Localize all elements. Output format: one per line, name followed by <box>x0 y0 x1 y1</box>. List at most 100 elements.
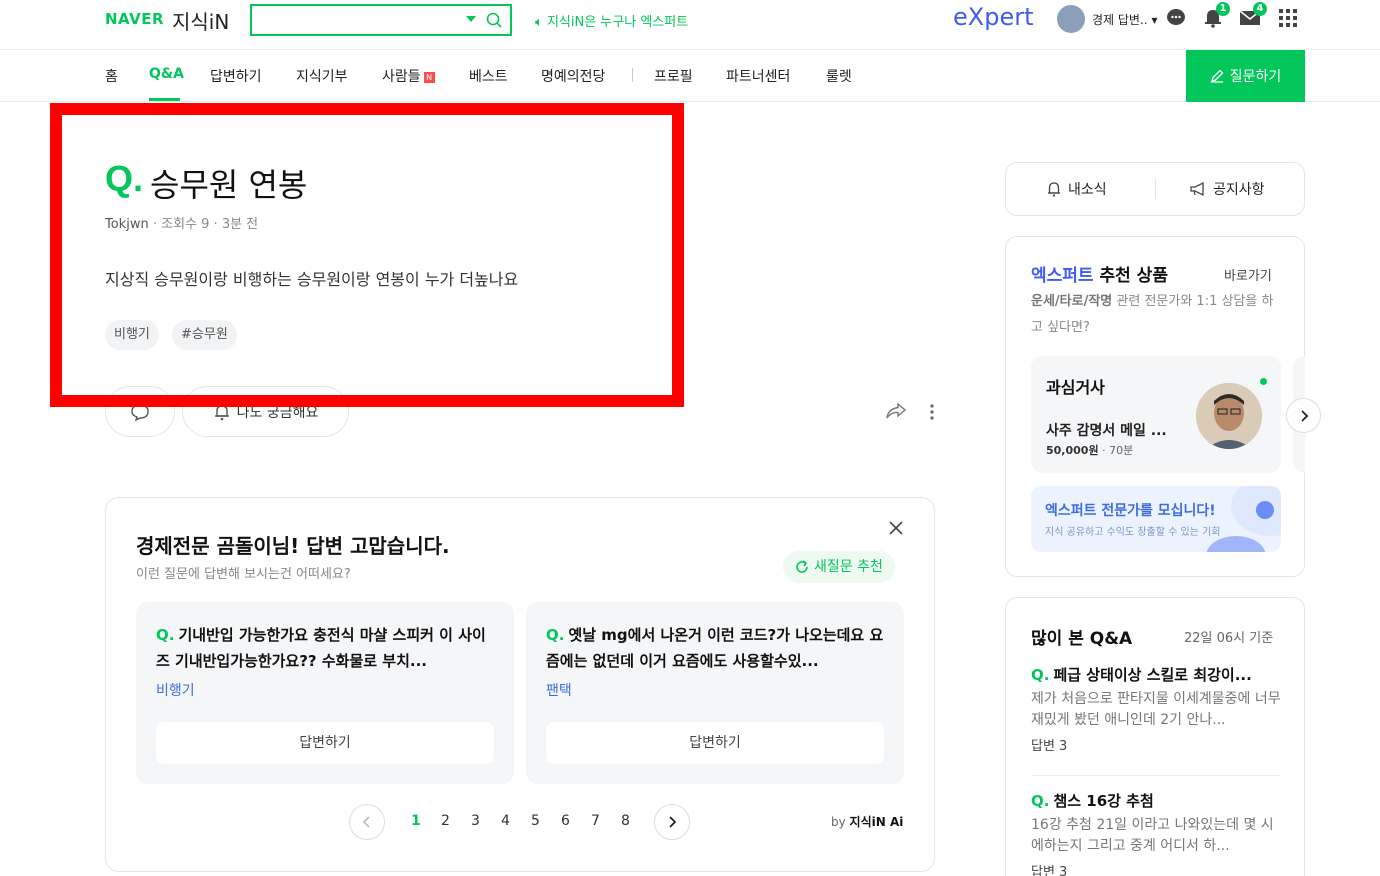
nav-partner-center[interactable]: 파트너센터 <box>726 66 790 86</box>
question-mark: Q. <box>105 158 144 199</box>
curious-label: 나도 궁금해요 <box>236 404 319 421</box>
recommend-subtitle: 이런 질문에 답변해 보시는건 어떠세요? <box>136 567 351 582</box>
page-3[interactable]: 3 <box>471 813 480 829</box>
popular-qna-title: 많이 본 Q&A <box>1031 629 1133 649</box>
nav-people[interactable]: 사람들 N <box>382 66 435 86</box>
pencil-icon <box>1210 69 1224 83</box>
popular-item-answers: 답변 3 <box>1031 739 1068 754</box>
close-icon[interactable] <box>888 520 904 536</box>
expert-box: 엑스퍼트 추천 상품 바로가기 운세/타로/작명 관련 전문가와 1:1 상담을… <box>1005 236 1305 577</box>
notification-button[interactable]: 1 <box>1202 2 1230 28</box>
kin-logo[interactable]: 지식iN <box>172 6 229 35</box>
curious-button[interactable]: 나도 궁금해요 <box>182 386 349 437</box>
recommend-item-title[interactable]: Q. 기내반입 가능한가요 충전식 마샬 스피커 이 사이즈 기내반입가능한가요?… <box>156 622 496 674</box>
meta-separator: · <box>213 217 222 232</box>
page-4[interactable]: 4 <box>501 813 510 829</box>
ai-credit-prefix: by <box>831 815 846 829</box>
nav-donate[interactable]: 지식기부 <box>296 66 348 86</box>
page-7[interactable]: 7 <box>591 813 600 829</box>
question-meta: Tokjwn · 조회수 9 · 3분 전 <box>105 213 258 232</box>
expert-recruit-banner[interactable]: 엑스퍼트 전문가를 모십니다! 지식 공유하고 수익도 창출할 수 있는 기회 <box>1031 486 1281 552</box>
new-badge: N <box>423 72 435 83</box>
expert-shortcut-link[interactable]: 바로가기 <box>1224 265 1272 284</box>
carousel-next-button[interactable] <box>1286 398 1321 433</box>
mail-button[interactable]: 4 <box>1239 2 1267 28</box>
expert-product-card[interactable]: 과심거사 사주 감명서 메일 ... 50,000원 · 70분 <box>1031 356 1281 473</box>
nav-hall-of-fame[interactable]: 명예의전당 <box>541 66 605 86</box>
expert-logo[interactable]: eXpert <box>953 3 1033 31</box>
tag-airplane[interactable]: 비행기 <box>105 320 159 350</box>
recommend-item-category[interactable]: 비행기 <box>156 680 195 700</box>
expert-duration: 70분 <box>1109 444 1134 457</box>
notices-button[interactable]: 공지사항 <box>1189 179 1265 199</box>
share-icon[interactable] <box>885 402 907 420</box>
my-news-button[interactable]: 내소식 <box>1046 179 1107 199</box>
nav-roulette[interactable]: 룰렛 <box>826 66 852 86</box>
search-icon[interactable] <box>486 12 502 28</box>
page-1[interactable]: 1 <box>411 813 421 829</box>
naver-logo[interactable]: NAVER <box>105 10 164 28</box>
next-page-button[interactable] <box>654 804 690 840</box>
question-mark: Q. <box>546 626 565 644</box>
user-menu[interactable]: 경제 답변.. ▾ <box>1092 11 1157 28</box>
expert-name: 과심거사 <box>1046 378 1105 397</box>
avatar[interactable] <box>1057 5 1085 33</box>
bell-icon <box>1048 182 1060 197</box>
page-6[interactable]: 6 <box>561 813 570 829</box>
page-8[interactable]: 8 <box>621 813 630 829</box>
expert-price-value: 50,000원 <box>1046 444 1099 457</box>
popular-item-title[interactable]: Q. 챔스 16강 추첨 <box>1031 790 1281 811</box>
nav-active-indicator <box>149 98 180 101</box>
new-recommend-button[interactable]: 새질문 추천 <box>783 551 895 583</box>
question-author[interactable]: Tokjwn <box>105 217 149 232</box>
question-title: 승무원 연봉 <box>150 166 308 204</box>
expert-desc-category: 운세/타로/작명 <box>1031 294 1113 309</box>
nav-answer[interactable]: 답변하기 <box>210 66 262 86</box>
chevron-right-icon <box>669 816 677 828</box>
search-dropdown-icon[interactable] <box>466 16 476 22</box>
mail-badge: 4 <box>1253 2 1267 16</box>
talk-icon[interactable] <box>1165 6 1187 28</box>
recruit-subtitle: 지식 공유하고 수익도 창출할 수 있는 기회 <box>1045 527 1221 538</box>
question-mark: Q. <box>156 626 175 644</box>
chevron-down-icon: ▾ <box>1151 13 1158 27</box>
popular-item[interactable]: Q. 페급 상태이상 스킬로 최강이... 제가 처음으로 판타지물 이세계물중에… <box>1031 664 1281 754</box>
page-5[interactable]: 5 <box>531 813 540 829</box>
answer-button[interactable]: 답변하기 <box>546 722 884 764</box>
recruit-title: 엑스퍼트 전문가를 모십니다! <box>1045 503 1216 519</box>
popular-item-text: 챔스 16강 추첨 <box>1053 792 1154 810</box>
expert-photo <box>1196 383 1262 449</box>
nav-home[interactable]: 홈 <box>105 66 118 86</box>
notice-divider <box>1155 179 1156 199</box>
popular-item[interactable]: Q. 챔스 16강 추첨 16강 추첨 21일 이라고 나와있는데 몇 시에하는지… <box>1031 790 1281 876</box>
nav-best[interactable]: 베스트 <box>469 66 508 86</box>
question-views: 조회수 9 <box>161 217 210 232</box>
more-icon[interactable] <box>930 404 934 420</box>
recommend-item-text: 기내반입 가능한가요 충전식 마샬 스피커 이 사이즈 기내반입가능한가요?? … <box>156 626 486 670</box>
search-input[interactable] <box>250 4 512 36</box>
page-2[interactable]: 2 <box>441 813 450 829</box>
recommend-item-title[interactable]: Q. 옛날 mg에서 나온거 이런 코드?가 나오는데요 요즘에는 없던데 이거 … <box>546 622 886 674</box>
promo-link[interactable]: 🔈︎ 지식iN은 누구나 엑스퍼트 <box>535 11 688 30</box>
apps-grid-icon[interactable] <box>1279 9 1297 27</box>
recommend-item[interactable]: Q. 기내반입 가능한가요 충전식 마샬 스피커 이 사이즈 기내반입가능한가요?… <box>136 602 514 784</box>
comment-icon <box>131 403 149 421</box>
comment-button[interactable] <box>105 386 175 437</box>
recommend-item[interactable]: Q. 옛날 mg에서 나온거 이런 코드?가 나오는데요 요즘에는 없던데 이거 … <box>526 602 904 784</box>
prev-page-button[interactable] <box>349 804 385 840</box>
answer-button[interactable]: 답변하기 <box>156 722 494 764</box>
tag-flight-attendant[interactable]: #승무원 <box>172 320 237 350</box>
megaphone-icon <box>1190 181 1204 197</box>
notices-label: 공지사항 <box>1213 182 1265 198</box>
chevron-left-icon <box>362 816 370 828</box>
expert-section-title: 엑스퍼트 추천 상품 <box>1031 261 1168 286</box>
popular-item-title[interactable]: Q. 페급 상태이상 스킬로 최강이... <box>1031 664 1281 685</box>
nav-profile[interactable]: 프로필 <box>654 66 693 86</box>
nav-qna[interactable]: Q&A <box>149 66 184 82</box>
expert-description: 운세/타로/작명 관련 전문가와 1:1 상담을 하고 싶다면? <box>1031 289 1281 341</box>
banner-decoration <box>1256 501 1274 519</box>
recommend-item-category[interactable]: 팬택 <box>546 680 572 700</box>
user-name: 경제 답변.. <box>1092 13 1148 27</box>
ai-credit: by 지식iN Ai <box>831 813 903 830</box>
ask-question-button[interactable]: 질문하기 <box>1186 50 1305 102</box>
